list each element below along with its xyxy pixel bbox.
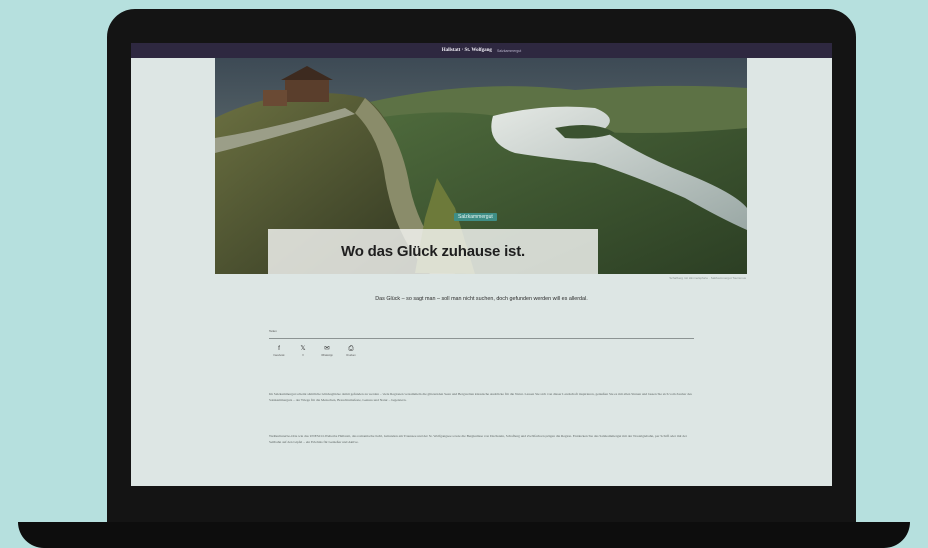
- share-facebook-button[interactable]: f Facebook: [272, 345, 286, 357]
- x-icon: 𝕏: [300, 345, 306, 352]
- hero-image: Salzkammergut Wo das Glück zuhause ist.: [215, 58, 747, 274]
- site-logo[interactable]: Hallstatt · St. Wolfgang: [442, 48, 492, 53]
- body-paragraph: Weltkulturerbe-Orte wie das UNESCO-Welte…: [269, 434, 687, 445]
- share-item-label: WhatsApp: [321, 354, 333, 357]
- page-title: Wo das Glück zuhause ist.: [341, 243, 525, 260]
- share-item-label: X: [302, 354, 304, 357]
- body-paragraph: Im Salzkammergut scheint sämtliche Glück…: [269, 392, 692, 403]
- whatsapp-icon: ✉: [324, 345, 330, 352]
- share-x-button[interactable]: 𝕏 X: [296, 345, 310, 357]
- share-print-button[interactable]: ⎙ Drucken: [344, 345, 358, 357]
- hero-title-box: Wo das Glück zuhause ist.: [268, 229, 598, 274]
- print-icon: ⎙: [348, 345, 354, 352]
- facebook-icon: f: [278, 345, 280, 352]
- divider: [269, 338, 694, 339]
- share-label: Teilen: [269, 329, 277, 333]
- share-item-label: Facebook: [273, 354, 285, 357]
- browser-screen: Hallstatt · St. Wolfgang Salzkammergut S…: [131, 43, 832, 486]
- share-whatsapp-button[interactable]: ✉ WhatsApp: [320, 345, 334, 357]
- share-item-label: Drucken: [346, 354, 356, 357]
- laptop-base: [18, 522, 910, 548]
- lead-text: Das Glück – so sagt man – soll man nicht…: [375, 296, 588, 302]
- image-caption: Schafberg mit Himmelspforte · Salzkammer…: [669, 276, 746, 280]
- site-header: Hallstatt · St. Wolfgang Salzkammergut: [131, 43, 832, 58]
- category-tag[interactable]: Salzkammergut: [454, 213, 497, 221]
- site-tagline: Salzkammergut: [496, 48, 522, 53]
- share-bar: f Facebook 𝕏 X ✉ WhatsApp ⎙ Drucken: [272, 345, 358, 357]
